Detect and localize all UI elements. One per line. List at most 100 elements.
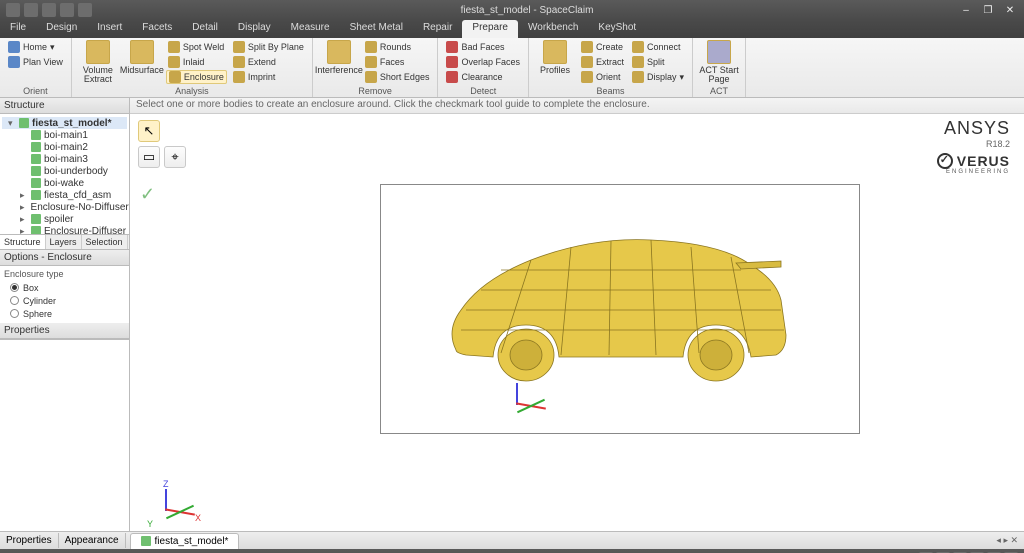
viewport-3d[interactable]: [380, 184, 860, 434]
ribbon-group-detect: Bad Faces Overlap Faces Clearance Detect: [438, 38, 529, 97]
home-button[interactable]: Home ▾: [6, 40, 65, 54]
spot-weld-button[interactable]: Spot Weld: [166, 40, 227, 54]
ribbon: Home ▾ Plan View Orient Volume Extract M…: [0, 38, 1024, 98]
overlap-faces-button[interactable]: Overlap Faces: [444, 55, 522, 69]
faces-button[interactable]: Faces: [363, 55, 432, 69]
tree-item[interactable]: boi-main2: [2, 141, 127, 153]
qat-dropdown-icon[interactable]: [78, 3, 92, 17]
tree-item[interactable]: ▸spoiler: [2, 213, 127, 225]
tab-facets[interactable]: Facets: [132, 20, 182, 38]
radio-sphere[interactable]: Sphere: [4, 307, 125, 320]
tree-item[interactable]: ▸Enclosure-No-Diffuser: [2, 201, 127, 213]
qat-save-icon[interactable]: [24, 3, 38, 17]
maximize-button[interactable]: ❐: [978, 3, 998, 17]
imprint-button[interactable]: Imprint: [231, 70, 306, 84]
inlaid-button[interactable]: Inlaid: [166, 55, 227, 69]
short-edges-button[interactable]: Short Edges: [363, 70, 432, 84]
tab-keyshot[interactable]: KeyShot: [588, 20, 646, 38]
select-tool-button[interactable]: ↖: [138, 120, 160, 142]
plan-view-label: Plan View: [23, 57, 63, 67]
enclosure-icon: [169, 71, 181, 83]
spot-weld-icon: [168, 41, 180, 53]
home-icon: [8, 41, 20, 53]
interference-button[interactable]: Interference: [319, 40, 359, 75]
qat-redo-icon[interactable]: [60, 3, 74, 17]
quick-access-toolbar: [0, 3, 98, 17]
beams-connect-button[interactable]: Connect: [630, 40, 686, 54]
side-doc-tab-properties[interactable]: Properties: [0, 533, 59, 548]
tab-repair[interactable]: Repair: [413, 20, 462, 38]
short-edges-icon: [365, 71, 377, 83]
window-title: fiesta_st_model - SpaceClaim: [98, 5, 956, 16]
box-tool-button[interactable]: ▭: [138, 146, 160, 168]
bad-faces-button[interactable]: Bad Faces: [444, 40, 522, 54]
beams-split-button[interactable]: Split: [630, 55, 686, 69]
enclosure-button[interactable]: Enclosure: [166, 70, 227, 84]
document-tabs-bar: Properties Appearance fiesta_st_model* ◂…: [0, 531, 1024, 549]
tree-item[interactable]: boi-wake: [2, 177, 127, 189]
beams-orient-icon: [581, 71, 593, 83]
tree-root[interactable]: ▾fiesta_st_model*: [2, 117, 127, 129]
tab-design[interactable]: Design: [36, 20, 87, 38]
sidebar: Structure ▾fiesta_st_model* boi-main1 bo…: [0, 98, 130, 531]
structure-tree[interactable]: ▾fiesta_st_model* boi-main1 boi-main2 bo…: [0, 114, 129, 234]
options-panel: Enclosure type Box Cylinder Sphere: [0, 266, 129, 323]
ribbon-group-orient: Home ▾ Plan View Orient: [0, 38, 72, 97]
tree-item[interactable]: boi-underbody: [2, 165, 127, 177]
sidebar-tab-selection[interactable]: Selection: [82, 235, 128, 249]
tab-display[interactable]: Display: [228, 20, 281, 38]
beams-extract-button[interactable]: Extract: [579, 55, 626, 69]
body-icon: [31, 166, 41, 176]
interference-icon: [327, 40, 351, 64]
split-by-plane-button[interactable]: Split By Plane: [231, 40, 306, 54]
tree-item[interactable]: ▸Enclosure-Diffuser: [2, 225, 127, 234]
home-label: Home: [23, 42, 47, 52]
tab-sheet-metal[interactable]: Sheet Metal: [340, 20, 413, 38]
window-controls: – ❐ ✕: [956, 3, 1024, 17]
profiles-icon: [543, 40, 567, 64]
radio-box[interactable]: Box: [4, 281, 125, 294]
beams-display-button[interactable]: Display ▾: [630, 70, 686, 84]
y-label: Y: [147, 519, 153, 529]
sidebar-tab-structure[interactable]: Structure: [0, 235, 46, 249]
hint-bar: Select one or more bodies to create an e…: [130, 98, 1024, 114]
tab-file[interactable]: File: [0, 20, 36, 38]
qat-app-icon[interactable]: [6, 3, 20, 17]
tree-item[interactable]: ▸fiesta_cfd_asm: [2, 189, 127, 201]
snap-tool-button[interactable]: ⌖: [164, 146, 186, 168]
clearance-button[interactable]: Clearance: [444, 70, 522, 84]
tab-measure[interactable]: Measure: [281, 20, 340, 38]
plan-view-button[interactable]: Plan View: [6, 55, 65, 69]
volume-extract-button[interactable]: Volume Extract: [78, 40, 118, 84]
group-analysis-label: Analysis: [78, 86, 306, 97]
beams-split-icon: [632, 56, 644, 68]
beams-orient-button[interactable]: Orient: [579, 70, 626, 84]
act-start-button[interactable]: ACT Start Page: [699, 40, 739, 84]
clearance-icon: [446, 71, 458, 83]
tab-workbench[interactable]: Workbench: [518, 20, 588, 38]
document-tab-label: fiesta_st_model*: [155, 536, 229, 547]
profiles-button[interactable]: Profiles: [535, 40, 575, 75]
radio-cylinder[interactable]: Cylinder: [4, 294, 125, 307]
tree-item[interactable]: boi-main1: [2, 129, 127, 141]
doc-tabs-controls[interactable]: ◂ ▸ ✕: [996, 535, 1024, 546]
qat-undo-icon[interactable]: [42, 3, 56, 17]
tree-item[interactable]: boi-main3: [2, 153, 127, 165]
cursor-icon: ↖: [144, 123, 155, 139]
tab-prepare[interactable]: Prepare: [462, 20, 518, 38]
minimize-button[interactable]: –: [956, 3, 976, 17]
x-label: X: [195, 513, 201, 523]
side-doc-tab-appearance[interactable]: Appearance: [59, 533, 126, 548]
complete-check-button[interactable]: ✓: [140, 184, 155, 205]
tab-insert[interactable]: Insert: [87, 20, 132, 38]
midsurface-button[interactable]: Midsurface: [122, 40, 162, 75]
beams-create-button[interactable]: Create: [579, 40, 626, 54]
snap-icon: ⌖: [171, 149, 178, 165]
close-button[interactable]: ✕: [1000, 3, 1020, 17]
box-icon: ▭: [143, 149, 155, 165]
extend-button[interactable]: Extend: [231, 55, 306, 69]
sidebar-tab-layers[interactable]: Layers: [46, 235, 82, 249]
tab-detail[interactable]: Detail: [182, 20, 228, 38]
document-tab[interactable]: fiesta_st_model*: [130, 533, 240, 549]
rounds-button[interactable]: Rounds: [363, 40, 432, 54]
